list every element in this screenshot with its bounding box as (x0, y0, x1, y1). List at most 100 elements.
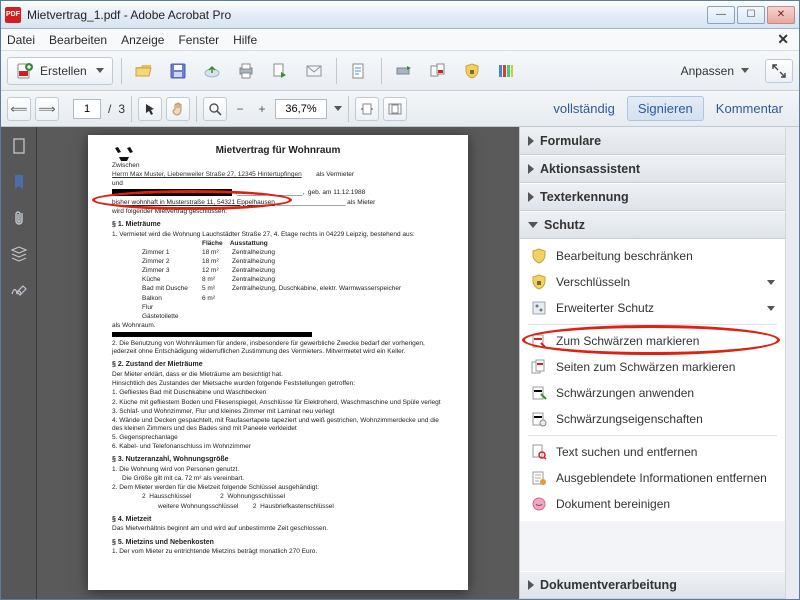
zoom-marquee-button[interactable] (203, 97, 227, 121)
tool-restrict-editing[interactable]: Bearbeitung beschränken (520, 243, 785, 269)
tools-full-button[interactable]: vollständig (543, 97, 624, 120)
tool-mark-pages-redaction[interactable]: Seiten zum Schwärzen markieren (520, 354, 785, 380)
recycle-logo-icon (112, 143, 136, 165)
panel-formulare[interactable]: Formulare (520, 127, 785, 155)
room-row: Flur (142, 304, 444, 312)
tool-mark-for-redaction[interactable]: Zum Schwärzen markieren (520, 328, 785, 354)
room-row: Küche8 m²Zentralheizung (142, 276, 444, 284)
signatures-button[interactable] (8, 279, 30, 301)
share-button[interactable] (266, 57, 294, 85)
list-item: 3. Schlaf- und Wohnzimmer, Flur und klei… (112, 408, 444, 416)
open-button[interactable] (130, 57, 158, 85)
chevron-down-icon[interactable] (334, 106, 342, 111)
menu-file[interactable]: Datei (7, 33, 35, 47)
create-pdf-icon (16, 62, 34, 80)
save-button[interactable] (164, 57, 192, 85)
page-total: 3 (118, 102, 125, 116)
tools-comment-button[interactable]: Kommentar (706, 97, 793, 120)
redact-pages-icon (530, 358, 548, 376)
room-row: Bad mit Dusche5 m²Zentralheizung, Duschk… (142, 285, 444, 293)
maximize-button[interactable]: ☐ (737, 6, 765, 24)
pages-thumbs-button[interactable] (8, 135, 30, 157)
create-button[interactable]: Erstellen (7, 57, 113, 85)
fit-width-icon (360, 103, 374, 115)
next-view-button[interactable]: ⟹ (35, 97, 59, 121)
main-toolbar: Erstellen Anpassen (1, 51, 799, 91)
fit-width-button[interactable] (355, 97, 379, 121)
page-input[interactable] (73, 99, 101, 119)
tool-sanitize-document[interactable]: Dokument bereinigen (520, 491, 785, 517)
convert-button[interactable] (390, 57, 418, 85)
tool-encrypt[interactable]: Verschlüsseln (520, 269, 785, 295)
select-tool-button[interactable] (138, 97, 162, 121)
document-area[interactable]: Mietvertrag für Wohnraum Zwischen Herrn … (37, 127, 519, 599)
envelope-icon (305, 62, 323, 80)
tool-remove-hidden-info[interactable]: Ausgeblendete Informationen entfernen (520, 465, 785, 491)
layers-button[interactable] (8, 243, 30, 265)
panel-aktion[interactable]: Aktionsassistent (520, 155, 785, 183)
panel-schutz[interactable]: Schutz (520, 211, 785, 239)
tool-redaction-properties[interactable]: Schwärzungseigenschaften (520, 406, 785, 432)
scan-button[interactable] (345, 57, 373, 85)
customize-button[interactable]: Anpassen (675, 64, 755, 78)
zoom-input[interactable] (275, 99, 327, 119)
fit-page-button[interactable] (383, 97, 407, 121)
room-row: Zimmer 218 m²Zentralheizung (142, 258, 444, 266)
tool-apply-redactions[interactable]: Schwärzungen anwenden (520, 380, 785, 406)
layers-icon (10, 246, 28, 262)
tool-advanced-protection[interactable]: Erweiterter Schutz (520, 295, 785, 321)
sanitize-icon (530, 495, 548, 513)
prev-view-button[interactable]: ⟸ (7, 97, 31, 121)
magnifier-icon (208, 102, 222, 116)
zoom-out-button[interactable]: − (231, 97, 249, 121)
doc-title: Mietvertrag für Wohnraum (112, 145, 444, 156)
chevron-down-icon (96, 68, 104, 73)
fullscreen-button[interactable] (765, 59, 793, 83)
page-thumb-icon (10, 137, 28, 155)
list-item: 5. Gegensprechanlage (112, 434, 444, 442)
bookmarks-button[interactable] (8, 171, 30, 193)
paperclip-icon (12, 209, 26, 227)
tools-sign-button[interactable]: Signieren (627, 96, 704, 121)
folder-open-icon (135, 62, 153, 80)
tool-search-remove-text[interactable]: Text suchen und entfernen (520, 439, 785, 465)
secure-button[interactable] (458, 57, 486, 85)
combine-button[interactable] (424, 57, 452, 85)
redacted-region (112, 189, 232, 196)
redacted-region (112, 332, 312, 337)
create-label: Erstellen (40, 64, 87, 78)
minimize-button[interactable]: — (707, 6, 735, 24)
panel-scrollbar[interactable] (785, 127, 799, 599)
schutz-body: Bearbeitung beschränken Verschlüsseln Er… (520, 239, 785, 521)
redact-apply-icon (530, 384, 548, 402)
document-share-icon (271, 62, 289, 80)
zoom-in-button[interactable]: + (253, 97, 271, 121)
chevron-down-icon (767, 280, 775, 285)
tools-panel: Formulare Aktionsassistent Texterkennung… (519, 127, 799, 599)
nav-toolbar: ⟸ ⟹ / 3 − + vollständig Signieren Kommen… (1, 91, 799, 127)
print-button[interactable] (232, 57, 260, 85)
hand-tool-button[interactable] (166, 97, 190, 121)
menu-edit[interactable]: Bearbeiten (49, 33, 107, 47)
chevron-down-icon (741, 68, 749, 73)
list-item: 4. Wände und Decken gespachtelt, mit Rau… (112, 417, 444, 433)
workspace: Mietvertrag für Wohnraum Zwischen Herrn … (1, 127, 799, 599)
titlebar: PDF Mietvertrag_1.pdf - Adobe Acrobat Pr… (1, 1, 799, 29)
panel-docproc[interactable]: Dokumentverarbeitung (520, 571, 785, 599)
close-document-button[interactable]: ✕ (773, 31, 793, 48)
search-doc-icon (530, 443, 548, 461)
pdf-page: Mietvertrag für Wohnraum Zwischen Herrn … (88, 135, 468, 590)
attachments-button[interactable] (8, 207, 30, 229)
redact-mark-icon (530, 332, 548, 350)
email-button[interactable] (300, 57, 328, 85)
window-title: Mietvertrag_1.pdf - Adobe Acrobat Pro (27, 8, 707, 22)
menu-window[interactable]: Fenster (178, 33, 219, 47)
cloud-button[interactable] (198, 57, 226, 85)
close-window-button[interactable]: ✕ (767, 6, 795, 24)
page-sep: / (108, 102, 111, 116)
panel-ocr[interactable]: Texterkennung (520, 183, 785, 211)
menu-view[interactable]: Anzeige (121, 33, 164, 47)
color-button[interactable] (492, 57, 520, 85)
hidden-info-icon (530, 469, 548, 487)
menu-help[interactable]: Hilfe (233, 33, 257, 47)
